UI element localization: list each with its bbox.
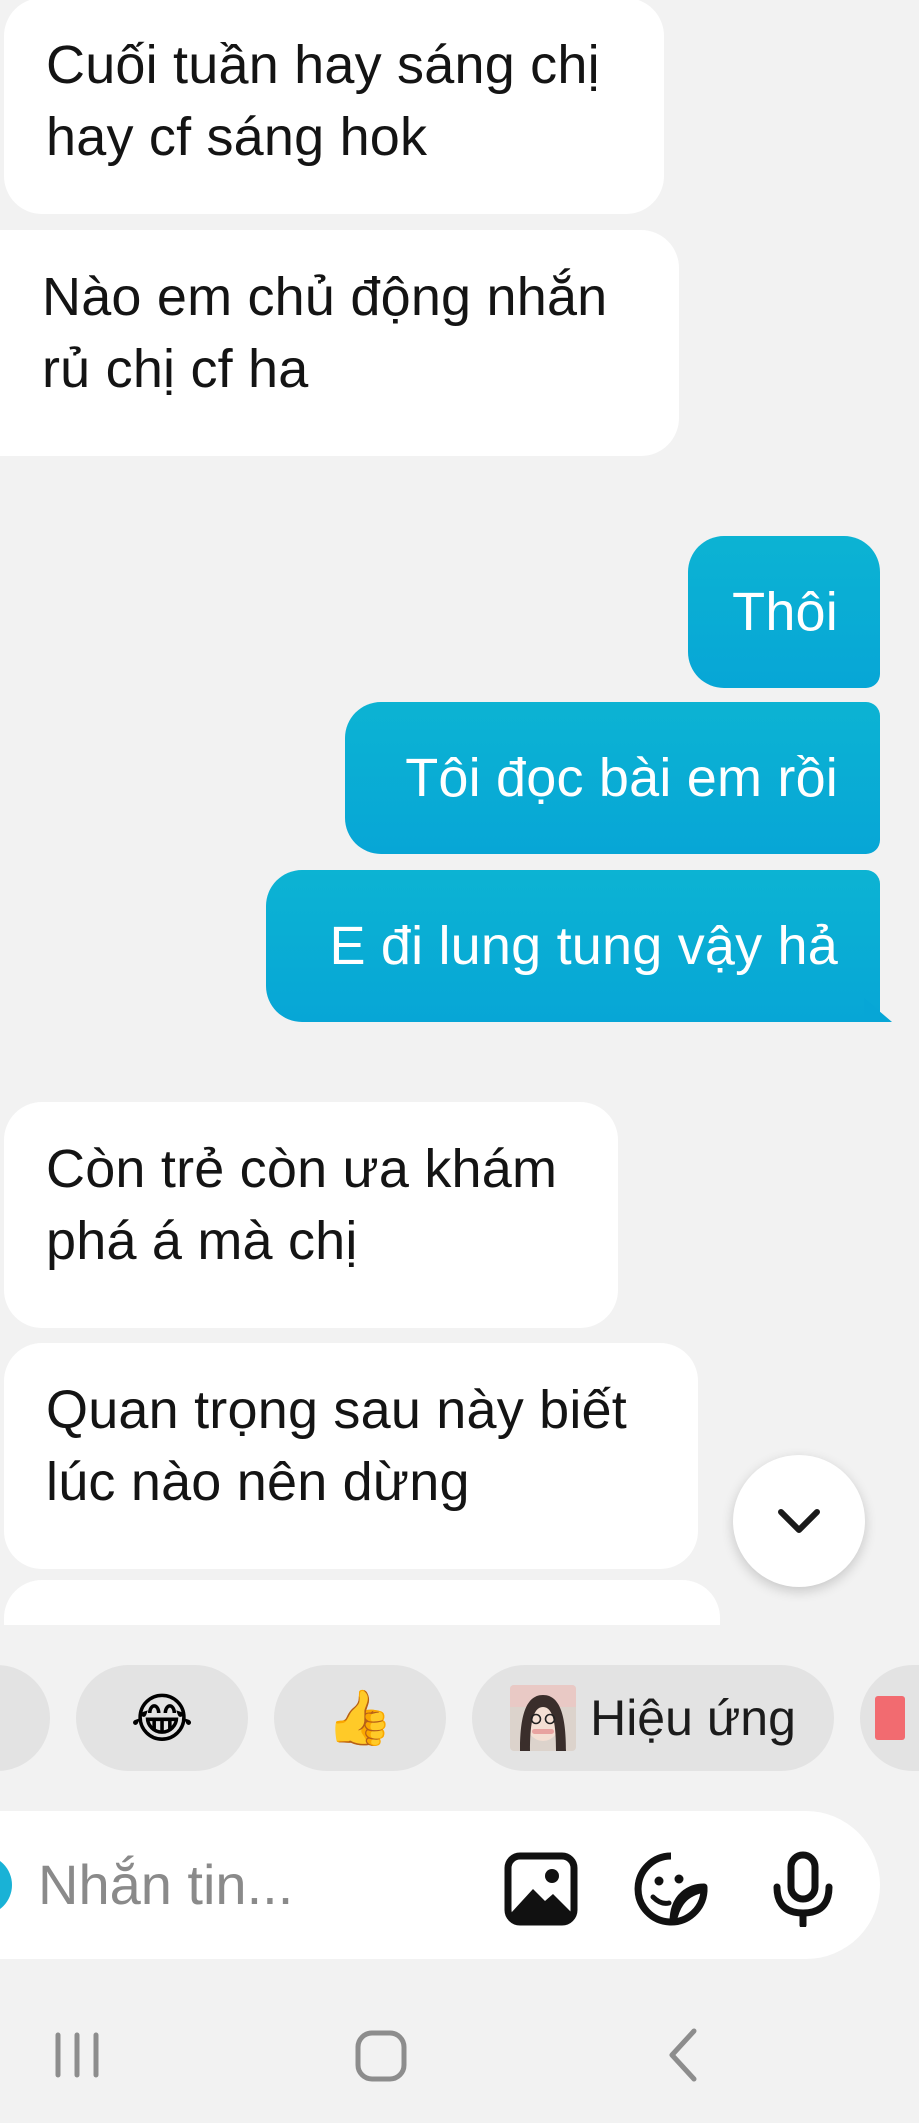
- message-line: phá á mà chị: [46, 1211, 358, 1271]
- message-text: Thôi: [732, 582, 838, 642]
- effect-avatar-icon: [510, 1685, 577, 1751]
- message-text: Tôi đọc bài em rồi: [405, 748, 838, 808]
- message-outgoing[interactable]: Thôi: [688, 536, 880, 688]
- message-line: Còn trẻ còn ưa khám: [46, 1139, 558, 1199]
- message-line: hay cf sáng hok: [46, 107, 428, 167]
- back-icon[interactable]: [664, 2025, 704, 2085]
- message-line: Cuối tuần hay sáng chị: [46, 35, 600, 95]
- effects-button[interactable]: Hiệu ứng: [472, 1665, 834, 1771]
- message-outgoing[interactable]: Tôi đọc bài em rồi: [345, 702, 880, 854]
- message-line: Quan trọng sau này biết: [46, 1380, 627, 1440]
- message-outgoing[interactable]: E đi lung tung vậy hả: [266, 870, 880, 1022]
- effects-label: Hiệu ứng: [590, 1690, 796, 1746]
- home-icon[interactable]: [354, 2025, 408, 2085]
- message-incoming[interactable]: Quan trọng sau này biết lúc nào nên dừng: [4, 1343, 698, 1569]
- thumbs-up-emoji-icon: 👍: [326, 1687, 394, 1748]
- message-line: Nào em chủ động nhắn: [42, 267, 608, 327]
- message-input[interactable]: Nhắn tin...: [38, 1849, 293, 1921]
- message-text: E đi lung tung vậy hả: [329, 916, 838, 976]
- microphone-icon[interactable]: [765, 1851, 841, 1927]
- message-line: rủ chị cf ha: [42, 339, 309, 399]
- chat-screen: Cuối tuần hay sáng chị hay cf sáng hok N…: [0, 0, 919, 2123]
- reaction-chip-partial[interactable]: [0, 1665, 50, 1771]
- system-navigation-bar: [0, 1995, 919, 2123]
- sticker-icon[interactable]: [633, 1851, 709, 1927]
- scroll-to-bottom-button[interactable]: [733, 1455, 865, 1587]
- reaction-chip-partial[interactable]: [860, 1665, 919, 1771]
- recent-apps-icon[interactable]: [52, 2025, 102, 2085]
- message-list[interactable]: Cuối tuần hay sáng chị hay cf sáng hok N…: [0, 0, 919, 1625]
- message-incoming[interactable]: Cuối tuần hay sáng chị hay cf sáng hok: [4, 0, 664, 214]
- message-incoming[interactable]: Còn trẻ còn ưa khám phá á mà chị: [4, 1102, 618, 1328]
- sticker-preview-icon: [875, 1696, 905, 1740]
- reaction-thumbs-up-button[interactable]: 👍: [274, 1665, 446, 1771]
- composer: Nhắn tin...: [0, 1811, 880, 1959]
- chevron-down-icon: [778, 1509, 820, 1533]
- composer-avatar-icon[interactable]: [0, 1855, 12, 1915]
- laughing-emoji-icon: 😂: [130, 1688, 194, 1749]
- image-icon[interactable]: [503, 1851, 579, 1927]
- quick-reactions: 😂 👍 Hiệu ứng: [0, 1665, 919, 1771]
- message-line: lúc nào nên dừng: [46, 1452, 470, 1512]
- message-incoming[interactable]: Nào em chủ động nhắn rủ chị cf ha: [0, 230, 679, 456]
- message-incoming-partial[interactable]: [4, 1580, 720, 1625]
- reaction-laugh-button[interactable]: 😂: [76, 1665, 248, 1771]
